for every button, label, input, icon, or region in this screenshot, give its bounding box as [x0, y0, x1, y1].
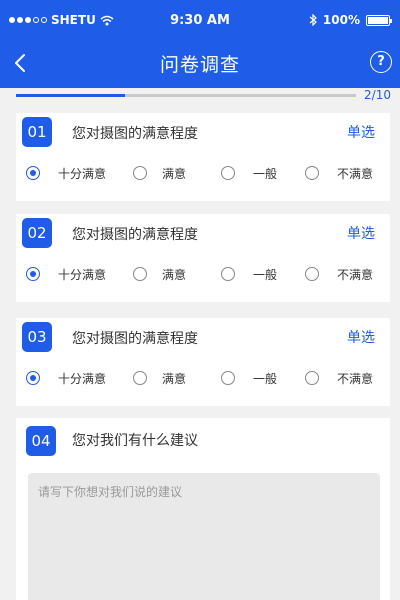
option-dissatisfied[interactable]: [305, 366, 319, 390]
question-title: 您对摄图的满意程度: [72, 331, 198, 347]
option-dissatisfied[interactable]: [305, 161, 319, 185]
radio-button[interactable]: [221, 267, 235, 281]
option-label: 一般: [253, 268, 278, 282]
question-header: 03 您对摄图的满意程度 单选: [16, 318, 390, 358]
option-dissatisfied[interactable]: [305, 262, 319, 286]
option-label: 十分满意: [58, 372, 107, 386]
question-type: 单选: [347, 330, 375, 346]
option-label: 十分满意: [58, 268, 107, 282]
radio-button[interactable]: [133, 166, 147, 180]
option-label: 不满意: [337, 268, 374, 282]
radio-button[interactable]: [26, 371, 40, 385]
battery-icon: [366, 14, 392, 26]
option-label: 满意: [162, 268, 187, 282]
question-number: 01: [22, 117, 52, 147]
question-number: 04: [26, 426, 56, 456]
options-group: 十分满意 满意 一般 不满意: [16, 262, 390, 286]
battery-percent: 100%: [322, 13, 360, 27]
question-type: 单选: [347, 125, 375, 141]
option-label: 满意: [162, 167, 187, 181]
question-number: 03: [22, 322, 52, 352]
question-card-4: 04 您对我们有什么建议: [16, 418, 390, 600]
question-card-2: 02 您对摄图的满意程度 单选 十分满意 满意 一般 不满意: [16, 214, 390, 302]
option-satisfied[interactable]: [133, 366, 147, 390]
radio-button[interactable]: [133, 371, 147, 385]
app-header: SHETU 9:30 AM 100% 问卷调查 ?: [0, 0, 400, 88]
bluetooth-icon: [309, 14, 317, 26]
question-number: 02: [22, 218, 52, 248]
option-label: 不满意: [337, 372, 374, 386]
option-neutral[interactable]: [221, 366, 235, 390]
option-neutral[interactable]: [221, 262, 235, 286]
page-title: 问卷调查: [159, 54, 240, 76]
option-very-satisfied[interactable]: [26, 366, 40, 390]
question-type: 单选: [347, 226, 375, 242]
status-bar: SHETU 9:30 AM 100%: [0, 0, 400, 40]
progress-label: 2/10: [364, 88, 391, 102]
option-label: 满意: [162, 372, 187, 386]
question-header: 04 您对我们有什么建议: [16, 418, 390, 458]
option-label: 十分满意: [58, 167, 107, 181]
question-card-1: 01 您对摄图的满意程度 单选 十分满意 满意 一般 不满意: [16, 113, 390, 201]
suggestion-input[interactable]: [28, 473, 380, 600]
progress-row: 2/10: [0, 88, 400, 104]
options-group: 十分满意 满意 一般 不满意: [16, 366, 390, 390]
progress-fill: [16, 94, 125, 97]
question-header: 01 您对摄图的满意程度 单选: [16, 113, 390, 153]
radio-button[interactable]: [133, 267, 147, 281]
radio-button[interactable]: [221, 166, 235, 180]
option-satisfied[interactable]: [133, 161, 147, 185]
question-title: 您对摄图的满意程度: [72, 227, 198, 243]
option-label: 一般: [253, 167, 278, 181]
radio-button[interactable]: [305, 166, 319, 180]
radio-button[interactable]: [305, 371, 319, 385]
question-title: 您对摄图的满意程度: [72, 126, 198, 142]
question-title: 您对我们有什么建议: [72, 433, 198, 449]
option-very-satisfied[interactable]: [26, 161, 40, 185]
radio-button[interactable]: [305, 267, 319, 281]
option-label: 不满意: [337, 167, 374, 181]
question-header: 02 您对摄图的满意程度 单选: [16, 214, 390, 254]
radio-button[interactable]: [221, 371, 235, 385]
question-card-3: 03 您对摄图的满意程度 单选 十分满意 满意 一般 不满意: [16, 318, 390, 406]
radio-button[interactable]: [26, 267, 40, 281]
option-satisfied[interactable]: [133, 262, 147, 286]
question-circle-icon[interactable]: ?: [370, 51, 392, 73]
option-very-satisfied[interactable]: [26, 262, 40, 286]
status-right: 100%: [309, 13, 392, 27]
nav-bar: 问卷调查 ?: [0, 42, 400, 84]
radio-button[interactable]: [26, 166, 40, 180]
battery-fill: [368, 16, 388, 24]
options-group: 十分满意 满意 一般 不满意: [16, 161, 390, 185]
option-label: 一般: [253, 372, 278, 386]
option-neutral[interactable]: [221, 161, 235, 185]
progress-track: [16, 94, 356, 97]
